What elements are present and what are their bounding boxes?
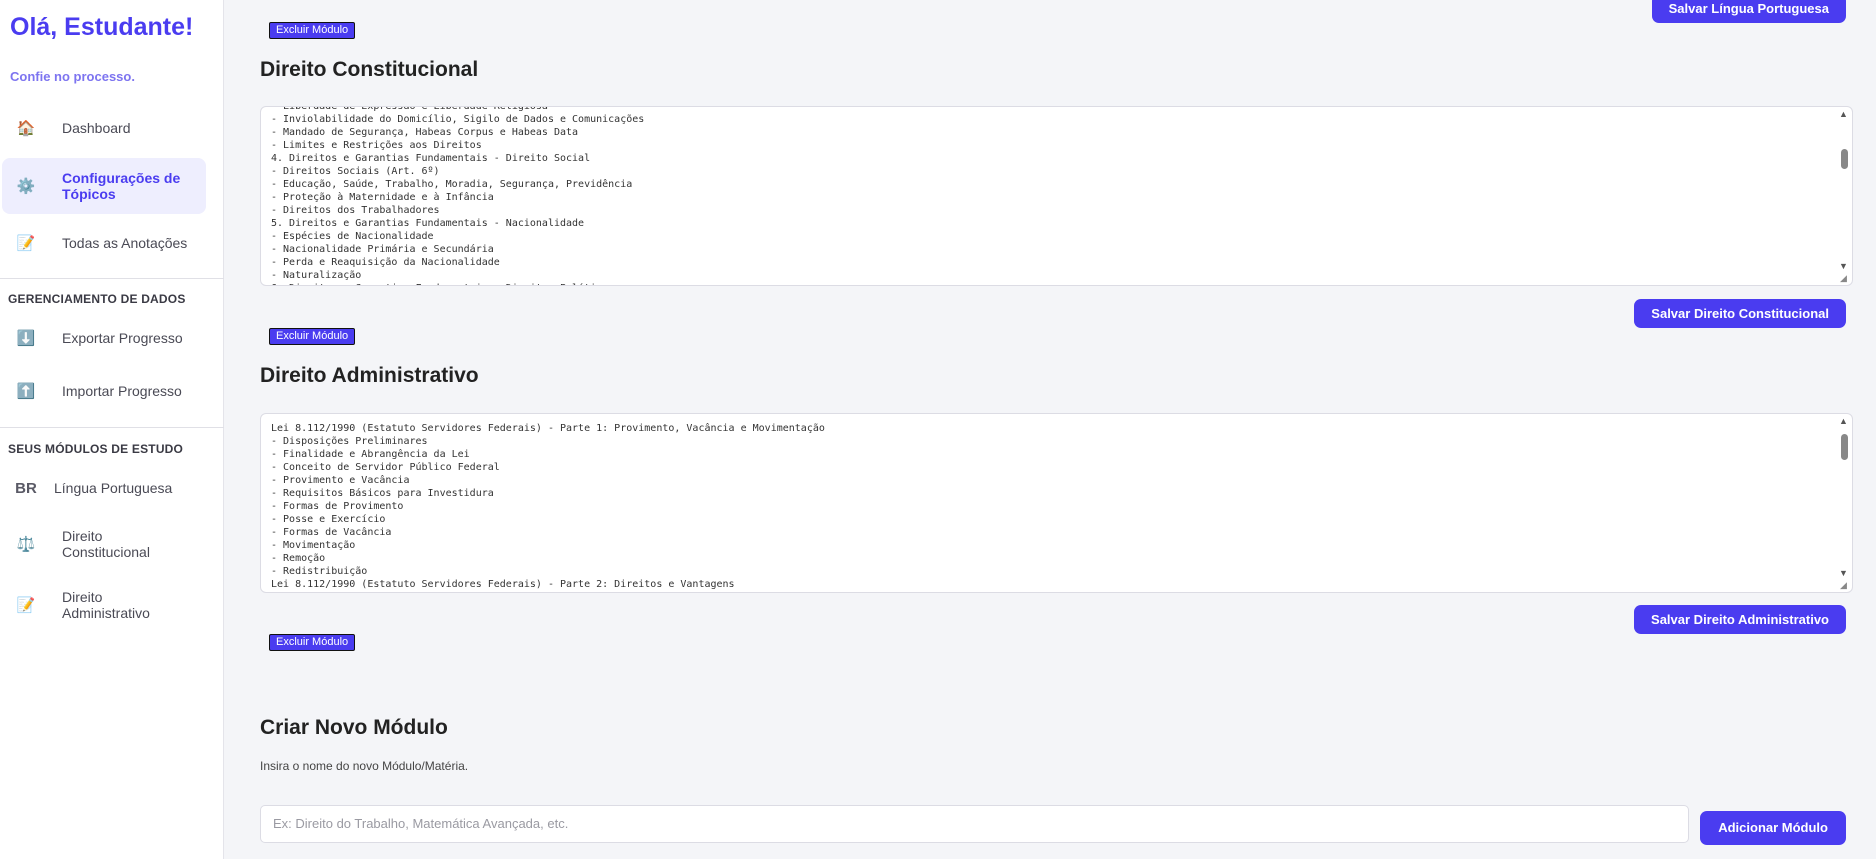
data-section-title: GERENCIAMENTO DE DADOS bbox=[8, 292, 186, 306]
brazil-flag-icon: BR bbox=[15, 479, 37, 497]
nav-module-label: Direito Constitucional bbox=[62, 528, 150, 560]
scroll-thumb[interactable] bbox=[1841, 434, 1848, 460]
upload-arrow-icon: ⬆️ bbox=[16, 383, 36, 400]
create-module-description: Insira o nome do novo Módulo/Matéria. bbox=[260, 759, 469, 773]
nav-module-direito-administrativo[interactable]: 📝 Direito Administrativo bbox=[0, 586, 210, 624]
scroll-up-icon[interactable]: ▲ bbox=[1839, 109, 1848, 119]
save-direito-constitucional-button[interactable]: Salvar Direito Constitucional bbox=[1634, 299, 1846, 328]
new-module-name-input[interactable]: Ex: Direito do Trabalho, Matemática Avan… bbox=[260, 805, 1689, 843]
scroll-thumb[interactable] bbox=[1841, 149, 1848, 169]
delete-module-button[interactable]: Excluir Módulo bbox=[269, 634, 356, 651]
nav-topic-settings[interactable]: ⚙️ Configurações de Tópicos bbox=[2, 158, 206, 214]
nav-module-direito-constitucional[interactable]: ⚖️ Direito Constitucional bbox=[0, 525, 210, 563]
sidebar-divider bbox=[0, 427, 224, 428]
nav-module-label: Língua Portuguesa bbox=[54, 480, 173, 496]
nav-import-label: Importar Progresso bbox=[62, 383, 182, 399]
scroll-down-icon[interactable]: ▼ bbox=[1839, 568, 1848, 578]
sidebar-divider bbox=[0, 278, 224, 279]
nav-dashboard[interactable]: 🏠 Dashboard bbox=[0, 114, 210, 142]
module-content-text: - Liberdade de Expressão e Liberdade Rel… bbox=[271, 106, 645, 285]
scales-icon: ⚖️ bbox=[16, 536, 36, 553]
resize-handle-icon[interactable]: ◢ bbox=[1840, 580, 1850, 590]
delete-module-button[interactable]: Excluir Módulo bbox=[269, 328, 356, 345]
textarea-scrollbar[interactable]: ▲ ▼ bbox=[1838, 109, 1850, 283]
save-lingua-portuguesa-button[interactable]: Salvar Língua Portuguesa bbox=[1651, 0, 1846, 23]
nav-dashboard-label: Dashboard bbox=[62, 120, 131, 136]
tagline: Confie no processo. bbox=[10, 69, 135, 84]
delete-module-button[interactable]: Excluir Módulo bbox=[269, 22, 356, 39]
textarea-scrollbar[interactable]: ▲ ▼ bbox=[1838, 416, 1850, 590]
home-icon: 🏠 bbox=[16, 120, 36, 137]
module-title: Direito Constitucional bbox=[260, 58, 479, 81]
nav-all-notes[interactable]: 📝 Todas as Anotações bbox=[0, 229, 210, 257]
resize-handle-icon[interactable]: ◢ bbox=[1840, 273, 1850, 283]
modules-section-title: SEUS MÓDULOS DE ESTUDO bbox=[8, 442, 184, 456]
create-module-title: Criar Novo Módulo bbox=[260, 716, 448, 739]
gear-icon: ⚙️ bbox=[16, 178, 36, 195]
module-title: Direito Administrativo bbox=[260, 364, 479, 387]
nav-import-progress[interactable]: ⬆️ Importar Progresso bbox=[0, 377, 210, 405]
nav-module-label: Direito Administrativo bbox=[62, 589, 150, 621]
nav-all-notes-label: Todas as Anotações bbox=[62, 235, 188, 251]
module-content-textarea[interactable]: - Liberdade de Expressão e Liberdade Rel… bbox=[260, 106, 1853, 286]
scroll-down-icon[interactable]: ▼ bbox=[1839, 261, 1848, 271]
module-content-text: Lei 8.112/1990 (Estatuto Servidores Fede… bbox=[271, 423, 825, 590]
download-arrow-icon: ⬇️ bbox=[16, 330, 36, 347]
nav-topic-settings-label: Configurações de Tópicos bbox=[62, 170, 181, 202]
sidebar: Olá, Estudante! Confie no processo. 🏠 Da… bbox=[0, 0, 224, 859]
module-content-textarea[interactable]: Lei 8.112/1990 (Estatuto Servidores Fede… bbox=[260, 413, 1853, 593]
main-content: Salvar Língua Portuguesa Excluir Módulo … bbox=[224, 0, 1876, 859]
memo-icon: 📝 bbox=[16, 597, 36, 614]
add-module-button[interactable]: Adicionar Módulo bbox=[1700, 811, 1846, 845]
nav-export-label: Exportar Progresso bbox=[62, 330, 183, 346]
save-direito-administrativo-button[interactable]: Salvar Direito Administrativo bbox=[1634, 605, 1846, 634]
nav-export-progress[interactable]: ⬇️ Exportar Progresso bbox=[0, 324, 210, 352]
memo-icon: 📝 bbox=[16, 235, 36, 252]
nav-module-lingua-portuguesa[interactable]: BR Língua Portuguesa bbox=[0, 474, 210, 502]
greeting-title: Olá, Estudante! bbox=[10, 13, 194, 41]
scroll-up-icon[interactable]: ▲ bbox=[1839, 416, 1848, 426]
